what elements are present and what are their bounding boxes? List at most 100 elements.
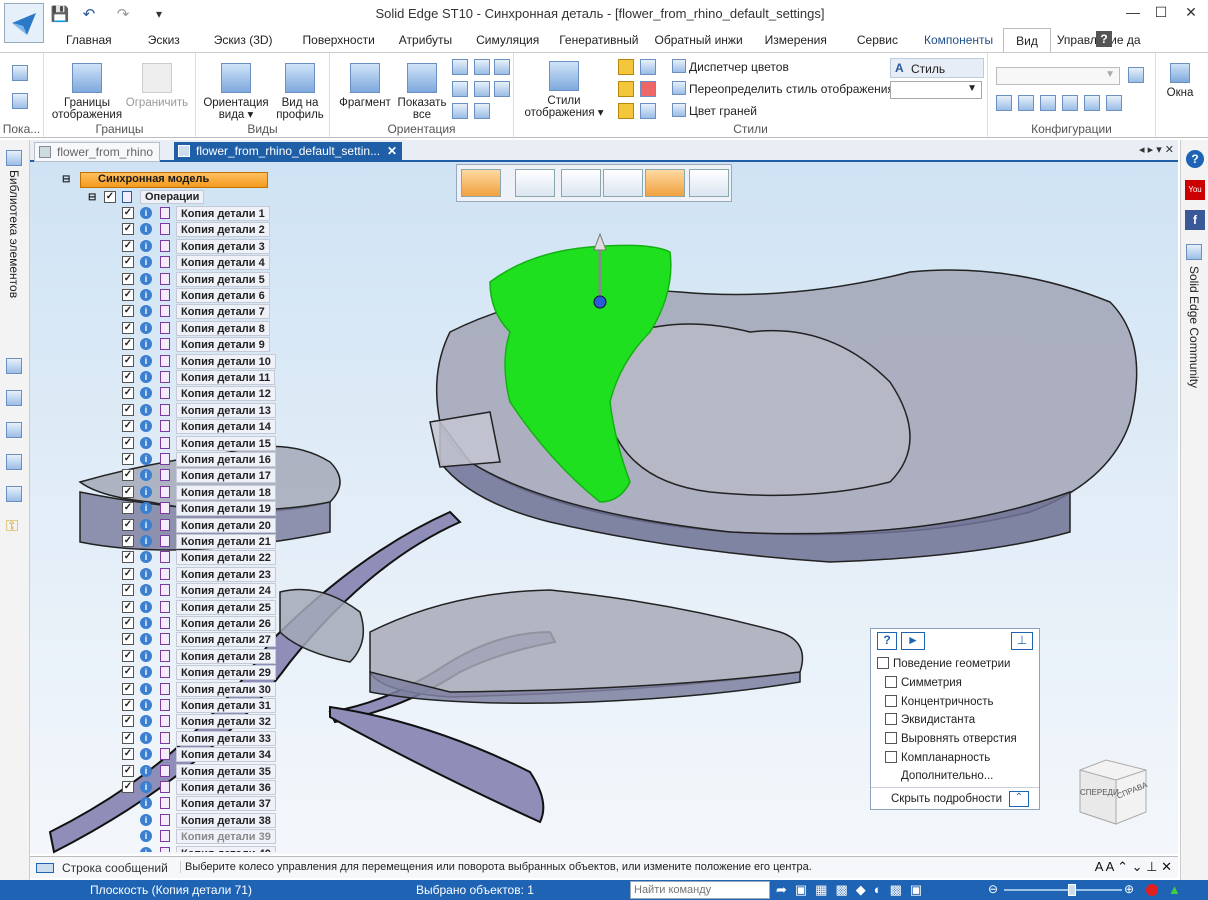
checkbox[interactable]: ✓ [122,289,134,301]
doc-tab-2[interactable]: flower_from_rhino_default_settin... ✕ [174,142,403,162]
panel-icon-2[interactable] [6,390,22,406]
checkbox[interactable]: ✓ [122,223,134,236]
tab-reverse[interactable]: Обратный инжи [647,28,751,52]
maximize-button[interactable]: ☐ [1146,4,1176,24]
close-button[interactable]: ✕ [1176,4,1206,24]
show-icon[interactable] [12,65,28,81]
tab-surfaces[interactable]: Поверхности [291,28,387,52]
globe-icon[interactable] [640,81,656,97]
command-search-input[interactable] [630,881,770,899]
rotate-icon[interactable] [494,59,510,75]
checkbox[interactable]: ✓ [122,453,134,465]
checkbox[interactable]: ✓ [122,731,134,744]
checkbox[interactable]: ✓ [122,584,134,597]
checkbox[interactable]: ✓ [122,748,134,761]
checkbox[interactable]: ✓ [122,699,134,711]
tab-nav-icons[interactable]: ◂ ▸ ▾ ✕ [1139,143,1174,156]
checkbox[interactable]: ✓ [122,321,134,334]
panel-icon-3[interactable] [6,422,22,438]
checkbox[interactable]: ✓ [122,272,134,285]
checkbox[interactable]: ✓ [122,354,134,367]
zoom-in-icon[interactable]: ⊕ [1124,882,1134,896]
shaded-edges-icon[interactable] [618,81,634,97]
checkbox[interactable]: ✓ [122,436,134,449]
view-tools-icons[interactable]: ➦▣▦▩◆◐▩▣ [776,882,930,898]
checkbox[interactable]: ✓ [122,469,134,482]
config-1-icon[interactable] [996,95,1012,111]
concentric-checkbox[interactable]: Концентричность [885,695,993,708]
sweep-icon[interactable] [494,81,510,97]
checkbox[interactable] [885,713,897,725]
display-styles-button[interactable]: Стили отображения ▾ [520,61,608,119]
checkbox[interactable] [885,676,897,688]
collapse-icon[interactable]: ⊟ [62,174,70,185]
close-tab-icon[interactable]: ✕ [387,142,397,160]
help-button[interactable]: ? [877,632,897,650]
tab-simulation[interactable]: Симуляция [464,28,551,52]
offset-checkbox[interactable]: Эквидистанта [885,713,975,726]
undo-icon[interactable]: ↶ [78,4,100,24]
checkbox[interactable]: ✓ [122,781,134,793]
symmetry-checkbox[interactable]: Симметрия [885,676,962,689]
steering-wheel-origin[interactable] [593,295,607,309]
checkbox[interactable]: ✓ [122,535,134,547]
face-color-button[interactable]: Цвет граней [689,104,757,118]
more-options-link[interactable]: Дополнительно... [901,770,993,782]
checkbox[interactable]: ✓ [122,682,134,695]
checkbox[interactable]: ✓ [122,502,134,515]
message-bar-label[interactable]: Строка сообщений [62,861,168,875]
help-icon[interactable]: ? [1096,31,1112,47]
show-all-button[interactable]: Показать все [392,63,452,121]
checkbox[interactable]: ✓ [122,387,134,400]
config-save-icon[interactable] [1128,67,1144,83]
checkbox[interactable]: ✓ [104,191,116,203]
zoom-slider-thumb[interactable] [1068,884,1076,896]
keypoint-button[interactable] [515,169,555,197]
checkbox[interactable]: ✓ [122,518,134,531]
checkbox[interactable]: ✓ [122,567,134,580]
checkbox[interactable]: ✓ [122,305,134,318]
config-6-icon[interactable] [1106,95,1122,111]
coplanar-checkbox[interactable]: Компланарность [885,751,990,764]
play-button[interactable]: ► [901,632,925,650]
checkbox[interactable] [885,732,897,744]
facebook-icon[interactable]: f [1185,210,1205,230]
visible-edges-icon[interactable] [618,103,634,119]
steering-wheel-arrow[interactable] [593,232,607,251]
geometry-behavior-checkbox[interactable]: Поведение геометрии [877,657,1010,670]
copy-button[interactable] [561,169,601,197]
zoom-slider[interactable] [1004,889,1122,891]
boundaries-button[interactable]: Границы отображения [50,63,124,121]
view-profile-button[interactable]: Вид на профиль [274,63,326,121]
zoom-area-icon[interactable] [452,81,468,97]
origin-button[interactable] [645,169,685,197]
tab-components[interactable]: Компоненты [914,28,1003,52]
panel-icon-5[interactable] [6,486,22,502]
tab-attributes[interactable]: Атрибуты [387,28,464,52]
checkbox[interactable]: ✓ [122,617,134,629]
message-bar-controls[interactable]: A A ⌃ ⌄ ⊥ ✕ [1095,859,1172,875]
checkbox[interactable]: ✓ [122,633,134,646]
view-orientation-button[interactable]: Ориентация вида ▾ [200,63,272,121]
previous-view-icon[interactable] [474,103,490,119]
fragment-button[interactable]: Фрагмент [336,63,394,109]
app-menu-button[interactable] [4,3,44,43]
checkbox[interactable]: ✓ [122,338,134,351]
look-at-icon[interactable] [452,103,468,119]
tab-measure[interactable]: Измерения [751,28,841,52]
render-icon[interactable] [640,59,656,75]
view-cube[interactable]: СПЕРЕДИ СПРАВА [1076,756,1150,826]
detach-button[interactable] [603,169,643,197]
help-circle-icon[interactable]: ? [1186,150,1204,168]
record-icon[interactable] [1146,884,1158,896]
override-style-button[interactable]: Переопределить стиль отображения [689,82,894,96]
tab-view[interactable]: Вид [1003,28,1051,52]
shaded-icon[interactable] [618,59,634,75]
checkbox[interactable] [885,751,897,763]
hidden-edges-icon[interactable] [640,103,656,119]
community-icon[interactable] [1186,244,1202,260]
up-arrow-icon[interactable]: ▲ [1168,882,1181,897]
checkbox[interactable] [877,657,889,669]
community-tab-label[interactable]: Solid Edge Community [1187,266,1201,388]
panel-icon-4[interactable] [6,454,22,470]
